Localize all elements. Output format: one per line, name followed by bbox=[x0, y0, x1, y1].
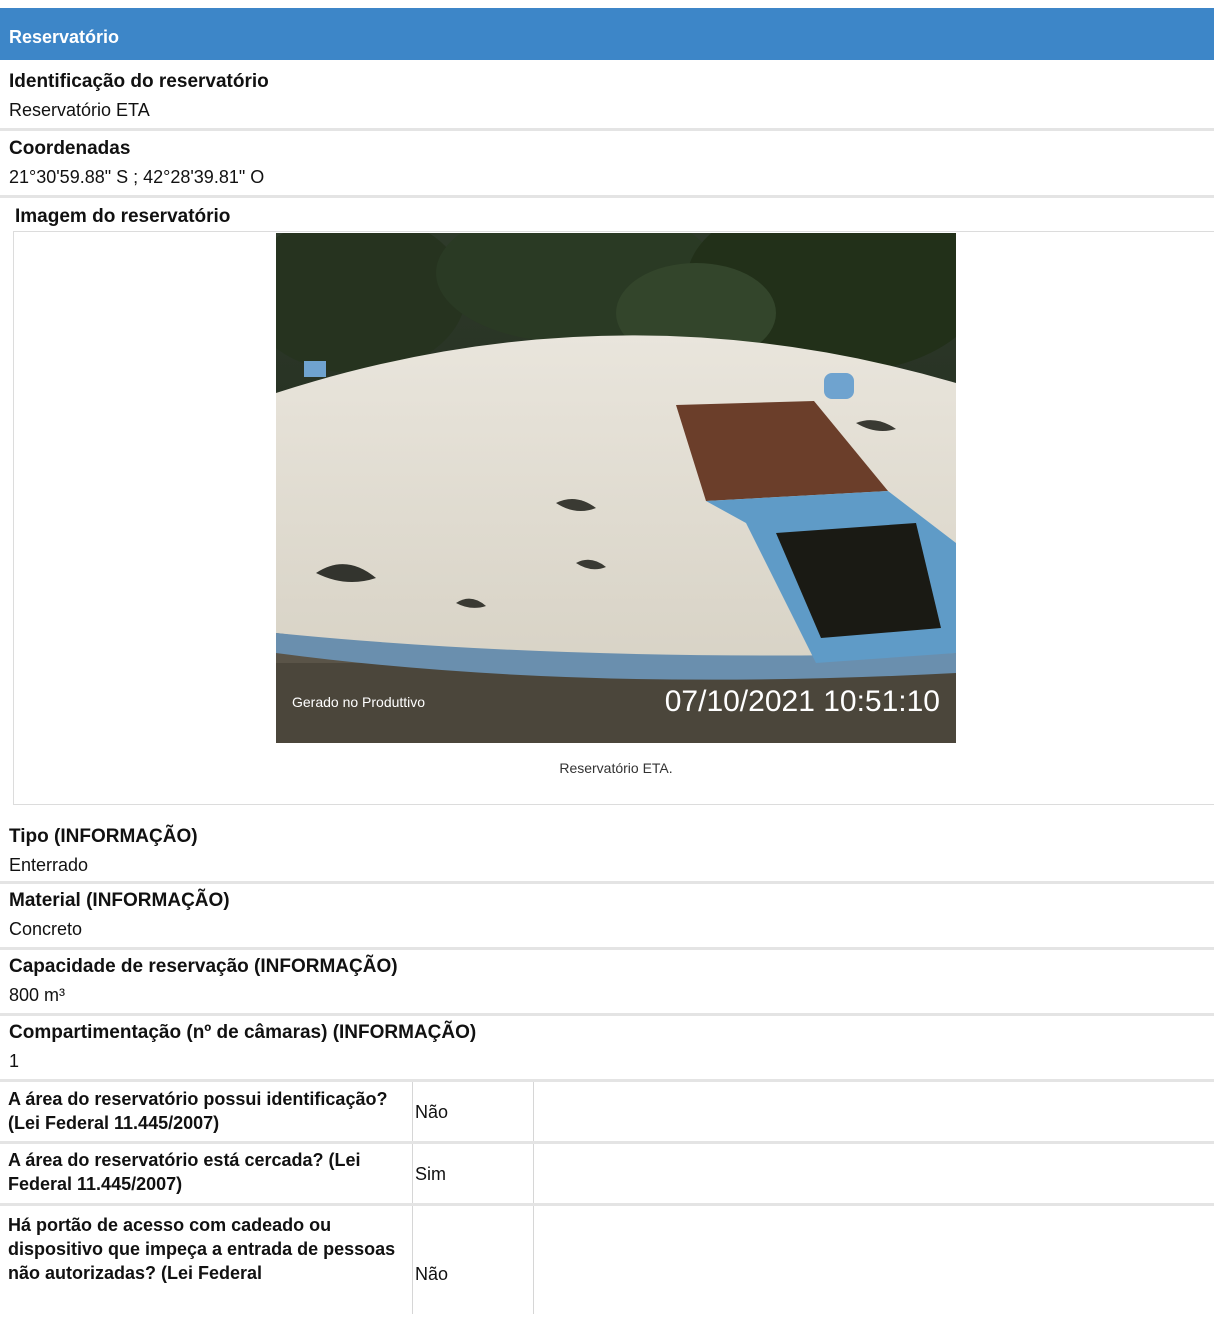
section-header: Reservatório bbox=[0, 8, 1214, 60]
field-label: Identificação do reservatório bbox=[9, 71, 269, 92]
column-divider bbox=[412, 1082, 413, 1141]
image-label: Imagem do reservatório bbox=[15, 206, 231, 227]
column-divider bbox=[533, 1082, 534, 1141]
column-divider bbox=[412, 1206, 413, 1314]
field-capacidade: Capacidade de reservação (INFORMAÇÃO) 80… bbox=[0, 950, 1214, 1016]
field-material: Material (INFORMAÇÃO) Concreto bbox=[0, 884, 1214, 950]
field-label: Coordenadas bbox=[9, 138, 131, 159]
field-value: 800 m³ bbox=[9, 985, 66, 1005]
field-compartimentacao: Compartimentação (nº de câmaras) (INFORM… bbox=[0, 1016, 1214, 1082]
photo-timestamp: 07/10/2021 10:51:10 bbox=[665, 685, 940, 718]
column-divider bbox=[412, 1144, 413, 1203]
question-label: Há portão de acesso com cadeado ou dispo… bbox=[8, 1215, 396, 1283]
field-tipo: Tipo (INFORMAÇÃO) Enterrado bbox=[0, 818, 1214, 884]
question-answer: Sim bbox=[415, 1164, 446, 1184]
field-coordenadas: Coordenadas 21°30'59.88" S ; 42°28'39.81… bbox=[0, 133, 1214, 198]
photo-watermark: Gerado no Produttivo bbox=[292, 694, 425, 710]
question-row: Há portão de acesso com cadeado ou dispo… bbox=[0, 1206, 1214, 1314]
field-label: Material (INFORMAÇÃO) bbox=[9, 890, 230, 911]
field-value: Concreto bbox=[9, 919, 83, 939]
column-divider bbox=[533, 1144, 534, 1203]
field-label: Compartimentação (nº de câmaras) (INFORM… bbox=[9, 1022, 477, 1043]
column-divider bbox=[533, 1206, 534, 1314]
field-value: 1 bbox=[9, 1051, 20, 1071]
section-title: Reservatório bbox=[9, 27, 120, 47]
question-label: A área do reservatório está cercada? (Le… bbox=[8, 1150, 361, 1194]
question-row: A área do reservatório possui identifica… bbox=[0, 1082, 1214, 1144]
question-answer: Não bbox=[415, 1102, 449, 1122]
field-label: Capacidade de reservação (INFORMAÇÃO) bbox=[9, 956, 398, 977]
image-caption: Reservatório ETA. bbox=[559, 760, 673, 776]
question-label: A área do reservatório possui identifica… bbox=[8, 1089, 388, 1133]
report-page: Reservatório Identificação do reservatór… bbox=[0, 0, 1214, 1333]
field-value: 21°30'59.88" S ; 42°28'39.81" O bbox=[9, 167, 265, 187]
field-value: Reservatório ETA bbox=[9, 100, 150, 120]
question-answer: Não bbox=[415, 1264, 449, 1284]
question-row: A área do reservatório está cercada? (Le… bbox=[0, 1144, 1214, 1206]
field-label: Tipo (INFORMAÇÃO) bbox=[9, 826, 198, 847]
field-value: Enterrado bbox=[9, 855, 89, 875]
field-identificacao: Identificação do reservatório Reservatór… bbox=[0, 66, 1214, 131]
reservoir-photo[interactable]: Gerado no Produttivo 07/10/2021 10:51:10 bbox=[276, 233, 956, 743]
